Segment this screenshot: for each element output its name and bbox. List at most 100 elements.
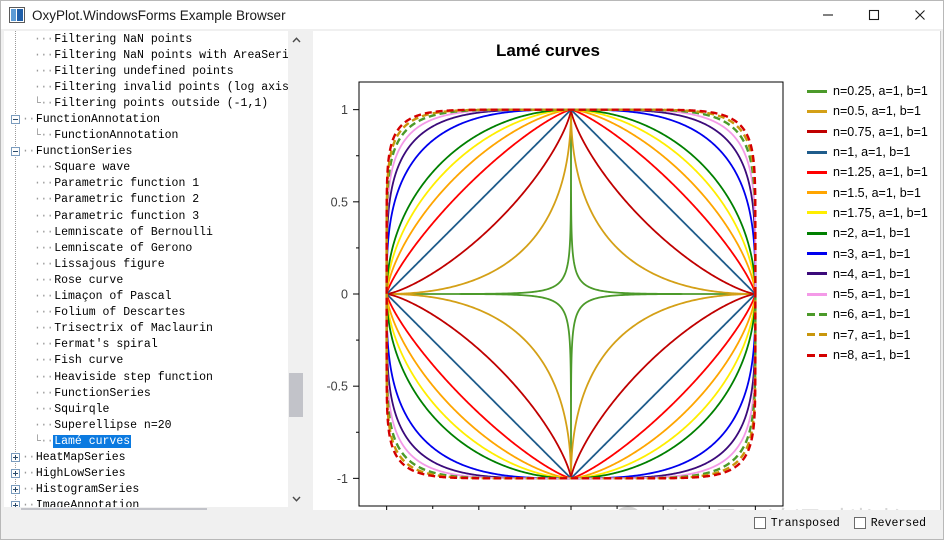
tree-connector: ··· (34, 80, 54, 94)
tree-item-filtering-invalid-points-log-axis[interactable]: ··· Filtering invalid points (log axis) (4, 79, 288, 95)
tree-connector: └·· (34, 129, 54, 143)
legend-label: n=1.25, a=1, b=1 (833, 165, 928, 180)
legend-color-swatch (807, 150, 827, 154)
close-button[interactable] (897, 1, 943, 29)
app-window-icon (9, 7, 25, 23)
tree-vertical-scroll-thumb[interactable] (289, 373, 303, 417)
legend-item: n=1.5, a=1, b=1 (807, 182, 941, 202)
tree-item-trisectrix-of-maclaurin[interactable]: ··· Trisectrix of Maclaurin (4, 321, 288, 337)
tree-item-imageannotation[interactable]: ·· ImageAnnotation (4, 498, 288, 507)
tree-row-list: ··· Filtering NaN points ··· Filtering NaN … (4, 31, 288, 507)
tree-item-parametric-function-2[interactable]: ··· Parametric function 2 (4, 192, 288, 208)
legend-color-swatch (807, 130, 827, 134)
legend-label: n=1.75, a=1, b=1 (833, 205, 928, 220)
tree-vertical-scrollbar[interactable] (288, 31, 304, 507)
y-tick-label: -0.5 (326, 380, 348, 394)
tree-connector: ··· (34, 161, 54, 175)
reversed-checkbox-box[interactable] (853, 517, 866, 529)
legend-label: n=0.5, a=1, b=1 (833, 104, 921, 119)
legend-item: n=1.75, a=1, b=1 (807, 203, 941, 223)
legend-label: n=3, a=1, b=1 (833, 246, 911, 261)
tree-item-label: HistogramSeries (35, 483, 140, 497)
tree-connector: ··· (34, 32, 54, 46)
tree-item-filtering-undefined-points[interactable]: ··· Filtering undefined points (4, 63, 288, 79)
tree-item-lemniscate-of-bernoulli[interactable]: ··· Lemniscate of Bernoulli (4, 224, 288, 240)
tree-item-heatmapseries[interactable]: ·· HeatMapSeries (4, 449, 288, 465)
reversed-checkbox[interactable]: Reversed (853, 516, 926, 530)
tree-item-filtering-nan-points-with-areaseries[interactable]: ··· Filtering NaN points with AreaSeries (4, 47, 288, 63)
legend-label: n=7, a=1, b=1 (833, 327, 911, 342)
reversed-checkbox-label: Reversed (870, 516, 926, 530)
tree-item-fish-curve[interactable]: ··· Fish curve (4, 353, 288, 369)
expand-icon[interactable] (11, 469, 20, 479)
legend-item: n=0.5, a=1, b=1 (807, 101, 941, 121)
minimize-button[interactable] (805, 1, 851, 29)
y-tick-label: 0.5 (331, 195, 348, 209)
tree-item-filtering-points-outside-1-1[interactable]: └·· Filtering points outside (-1,1) (4, 95, 288, 111)
tree-item-lam-curves[interactable]: └·· Lamé curves (4, 433, 288, 449)
curve-n-0.25 (385, 108, 757, 480)
legend-item: n=4, a=1, b=1 (807, 264, 941, 284)
tree-item-label: HighLowSeries (35, 467, 126, 481)
tree-item-histogramseries[interactable]: ·· HistogramSeries (4, 482, 288, 498)
tree-item-label: Parametric function 1 (54, 177, 200, 191)
collapse-icon[interactable] (11, 115, 20, 125)
tree-item-functionseries[interactable]: ·· FunctionSeries (4, 144, 288, 160)
transposed-checkbox-label: Transposed (770, 516, 840, 530)
window-title: OxyPlot.WindowsForms Example Browser (32, 7, 286, 23)
tree-item-functionannotation[interactable]: ·· FunctionAnnotation (4, 111, 288, 127)
y-tick-label: -1 (337, 472, 348, 486)
legend-color-swatch (807, 211, 827, 215)
legend-color-swatch (807, 231, 827, 235)
tree-item-lissajous-figure[interactable]: ··· Lissajous figure (4, 256, 288, 272)
tree-item-superellipse-n-20[interactable]: ··· Superellipse n=20 (4, 417, 288, 433)
tree-item-functionseries[interactable]: ··· FunctionSeries (4, 385, 288, 401)
tree-item-squirqle[interactable]: ··· Squirqle (4, 401, 288, 417)
plot-panel[interactable]: Lamé curves -1-0.500.5110.50-0.5-1 n=0.2… (313, 31, 941, 510)
example-tree[interactable]: ··· Filtering NaN points ··· Filtering NaN … (4, 31, 288, 507)
tree-item-label: Square wave (54, 161, 131, 175)
tree-item-highlowseries[interactable]: ·· HighLowSeries (4, 466, 288, 482)
tree-item-lima-on-of-pascal[interactable]: ··· Limaçon of Pascal (4, 289, 288, 305)
tree-item-label: FunctionSeries (35, 145, 133, 159)
tree-connector: ··· (34, 290, 54, 304)
legend-label: n=2, a=1, b=1 (833, 226, 911, 241)
transposed-checkbox-box[interactable] (753, 517, 766, 529)
transposed-checkbox[interactable]: Transposed (753, 516, 840, 530)
tree-item-square-wave[interactable]: ··· Square wave (4, 160, 288, 176)
legend-item: n=5, a=1, b=1 (807, 284, 941, 304)
tree-item-functionannotation[interactable]: └·· FunctionAnnotation (4, 128, 288, 144)
tree-connector: └·· (34, 434, 54, 448)
tree-connector: ··· (34, 402, 54, 416)
tree-item-folium-of-descartes[interactable]: ··· Folium of Descartes (4, 305, 288, 321)
example-tree-panel: ··· Filtering NaN points ··· Filtering NaN … (4, 31, 304, 523)
tree-item-filtering-nan-points[interactable]: ··· Filtering NaN points (4, 31, 288, 47)
legend-color-swatch (807, 170, 827, 174)
scroll-up-icon[interactable] (288, 31, 304, 48)
tree-item-lemniscate-of-gerono[interactable]: ··· Lemniscate of Gerono (4, 240, 288, 256)
tree-item-heaviside-step-function[interactable]: ··· Heaviside step function (4, 369, 288, 385)
legend-color-swatch (807, 272, 827, 276)
tree-item-parametric-function-1[interactable]: ··· Parametric function 1 (4, 176, 288, 192)
tree-item-parametric-function-3[interactable]: ··· Parametric function 3 (4, 208, 288, 224)
legend-item: n=6, a=1, b=1 (807, 304, 941, 324)
collapse-icon[interactable] (11, 147, 20, 157)
tree-item-fermat-s-spiral[interactable]: ··· Fermat's spiral (4, 337, 288, 353)
legend-item: n=2, a=1, b=1 (807, 223, 941, 243)
expand-icon[interactable] (11, 452, 20, 462)
tree-item-label: Filtering invalid points (log axis) (54, 80, 288, 94)
y-tick-label: 0 (341, 288, 348, 302)
tree-item-label: Lissajous figure (54, 257, 165, 271)
legend-color-swatch (807, 333, 827, 337)
curve-group (385, 108, 757, 480)
maximize-button[interactable] (851, 1, 897, 29)
expand-icon[interactable] (11, 485, 20, 495)
scroll-down-icon[interactable] (288, 490, 304, 507)
tree-connector: ··· (34, 193, 54, 207)
tree-item-label: Heaviside step function (54, 370, 213, 384)
application-window: OxyPlot.WindowsForms Example Browser ···… (0, 0, 944, 540)
legend-item: n=0.75, a=1, b=1 (807, 122, 941, 142)
tree-item-rose-curve[interactable]: ··· Rose curve (4, 272, 288, 288)
legend-color-swatch (807, 312, 827, 316)
tree-connector: ··· (34, 257, 54, 271)
